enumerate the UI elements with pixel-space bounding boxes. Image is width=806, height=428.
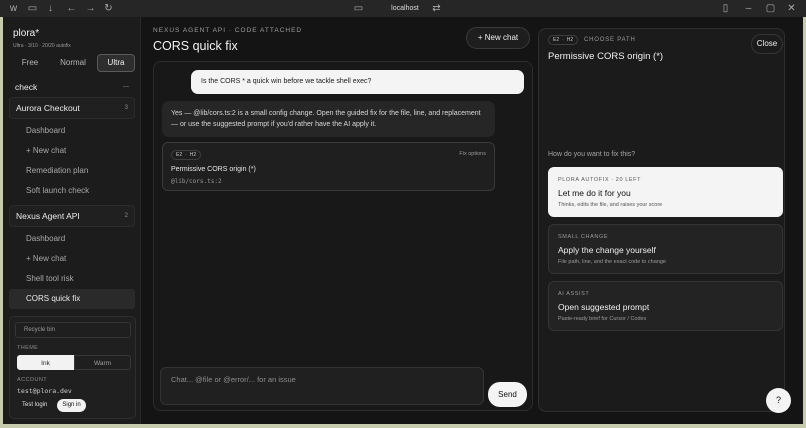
fix-options-link[interactable]: Fix options [459, 151, 486, 157]
sidebar: plora* Ultra · 3/10 · 20/20 autofix Free… [3, 17, 141, 424]
option-autofix[interactable]: PLORA AUTOFIX · 20 LEFT Let me do it for… [548, 167, 783, 217]
option-tag: PLORA AUTOFIX · 20 LEFT [558, 177, 642, 183]
chat-input[interactable]: Chat... @file or @error/... for an issue [160, 367, 484, 405]
severity-chip: E2 · H2 [171, 150, 202, 160]
test-login-button[interactable]: Test login [17, 399, 52, 412]
option-tag: SMALL CHANGE [558, 234, 609, 240]
settings-sliders-icon[interactable]: ⇄ [430, 2, 443, 15]
sidebar-item-remediation-plan[interactable]: Remediation plan [9, 161, 135, 181]
close-window-icon[interactable]: ✕ [785, 2, 798, 15]
theme-ink[interactable]: Ink [17, 355, 74, 370]
fix-card[interactable]: E2 · H2 Fix options Permissive CORS orig… [162, 142, 495, 191]
chip-separator: · [185, 152, 187, 158]
option-tag: AI ASSIST [558, 291, 590, 297]
option-title: Open suggested prompt [558, 302, 650, 312]
project-aurora-checkout[interactable]: Aurora Checkout 3 [9, 97, 135, 119]
option-title: Let me do it for you [558, 188, 631, 198]
help-button[interactable]: ? [766, 388, 791, 413]
main-content: NEXUS AGENT API · CODE ATTACHED CORS qui… [141, 17, 533, 424]
theme-switch: Ink Warm [17, 355, 131, 370]
tier-selector: Free Normal Ultra [11, 54, 135, 72]
account-actions: Test login Sign in [17, 399, 86, 412]
theme-warm[interactable]: Warm [74, 355, 131, 370]
browser-toolbar: w ▭ ↓ ← → ↻ ▭ localhost ⇄ ▯ – ▢ ✕ [0, 0, 806, 17]
sign-in-button[interactable]: Sign in [57, 399, 86, 412]
assistant-message: Yes — @lib/cors.ts:2 is a small config c… [162, 101, 495, 137]
sidebar-footer: Recycle bin THEME Ink Warm ACCOUNT test@… [9, 316, 136, 419]
app-logo-icon: w [9, 3, 18, 14]
sidebar-item-shell-tool-risk[interactable]: Shell tool risk [9, 269, 135, 289]
chip-effort: E2 [553, 37, 560, 43]
chip-impact: H2 [566, 37, 574, 43]
option-ai-assist[interactable]: AI ASSIST Open suggested prompt Paste-re… [548, 281, 783, 331]
project-count: 3 [124, 105, 128, 111]
chip-effort: E2 [176, 152, 183, 158]
option-desc: File path, line, and the exact code to c… [558, 259, 666, 265]
maximize-icon[interactable]: ▢ [764, 2, 777, 15]
chip-separator: · [562, 37, 564, 43]
reload-icon[interactable]: ↻ [102, 2, 115, 15]
download-icon[interactable]: ↓ [44, 2, 57, 15]
severity-chip: E2 · H2 [548, 35, 579, 45]
theme-label: THEME [17, 345, 39, 351]
project-list: check — Aurora Checkout 3 Dashboard + Ne… [9, 77, 135, 309]
panel-eyebrow: CHOOSE PATH [584, 37, 636, 43]
option-desc: Thinks, edits the file, and raises your … [558, 202, 663, 208]
project-title: Aurora Checkout 3 [10, 98, 134, 118]
address-bar[interactable]: localhost [340, 2, 470, 15]
sidebar-item-new-chat[interactable]: + New chat [9, 141, 135, 161]
project-count: 2 [124, 213, 128, 219]
send-button[interactable]: Send [488, 382, 527, 407]
section-header[interactable]: check — [9, 77, 135, 97]
close-button[interactable]: Close [751, 34, 783, 54]
option-small-change[interactable]: SMALL CHANGE Apply the change yourself F… [548, 224, 783, 274]
split-view-icon[interactable]: ▯ [719, 2, 732, 15]
chat-panel: Is the CORS * a quick win before we tack… [153, 61, 533, 411]
minimize-icon[interactable]: – [742, 2, 755, 15]
tier-ultra[interactable]: Ultra [97, 54, 135, 72]
back-icon[interactable]: ← [65, 2, 78, 15]
project-title: Nexus Agent API 2 [10, 206, 134, 226]
chip-impact: H2 [189, 152, 197, 158]
section-header-label: check [15, 82, 38, 92]
sidebar-item-dashboard[interactable]: Dashboard [9, 229, 135, 249]
project-name: Nexus Agent API [16, 211, 80, 221]
account-label: ACCOUNT [17, 377, 47, 383]
sidebar-toggle-icon[interactable]: ▭ [26, 2, 39, 15]
chat-context: NEXUS AGENT API · CODE ATTACHED [153, 27, 303, 34]
forward-icon[interactable]: → [84, 2, 97, 15]
tier-free[interactable]: Free [11, 54, 49, 72]
fix-path: @lib/cors.ts:2 [171, 178, 222, 185]
account-email: test@plora.dev [17, 387, 72, 395]
new-chat-button[interactable]: + New chat [466, 27, 530, 49]
panel-title: Permissive CORS origin (*) [548, 51, 664, 62]
option-desc: Paste-ready brief for Cursor / Codex [558, 316, 647, 322]
plan-summary: Ultra · 3/10 · 20/20 autofix [13, 43, 71, 49]
project-name: Aurora Checkout [16, 103, 80, 113]
sidebar-item-soft-launch-check[interactable]: Soft launch check [9, 181, 135, 201]
app-window: plora* Ultra · 3/10 · 20/20 autofix Free… [3, 17, 803, 424]
recycle-bin[interactable]: Recycle bin [15, 322, 131, 338]
collapse-icon[interactable]: — [123, 77, 129, 97]
fix-path-panel: E2 · H2 CHOOSE PATH Permissive CORS orig… [538, 28, 785, 412]
panel-question: How do you want to fix this? [548, 151, 636, 158]
sidebar-item-cors-quick-fix[interactable]: CORS quick fix [9, 289, 135, 309]
sidebar-item-dashboard[interactable]: Dashboard [9, 121, 135, 141]
option-title: Apply the change yourself [558, 245, 656, 255]
user-message: Is the CORS * a quick win before we tack… [191, 70, 524, 94]
sidebar-item-new-chat[interactable]: + New chat [9, 249, 135, 269]
page-title: CORS quick fix [153, 39, 238, 53]
brand-name: plora* [13, 28, 40, 39]
tier-normal[interactable]: Normal [54, 54, 92, 72]
fix-name: Permissive CORS origin (*) [171, 166, 256, 173]
project-nexus-agent-api[interactable]: Nexus Agent API 2 [9, 205, 135, 227]
